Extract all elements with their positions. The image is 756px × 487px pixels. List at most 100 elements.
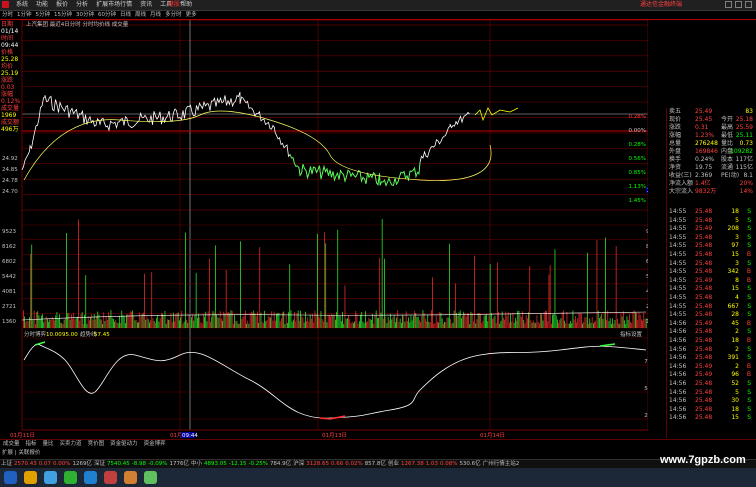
volume-bar [464, 313, 466, 328]
tick-volume: 208 [727, 225, 739, 233]
period-tab[interactable]: 日线 [118, 12, 133, 18]
volume-bar [429, 322, 431, 328]
quote-value-3: 109282 [730, 148, 753, 155]
volume-bar [245, 310, 246, 328]
volume-bar [177, 312, 179, 328]
volume-bar [291, 321, 293, 328]
quote-row: 现价 25.45 今开 25.18 [669, 116, 755, 123]
volume-bar [558, 322, 559, 328]
indicator-tab[interactable]: 资金博弈 [141, 441, 169, 447]
menu-item[interactable]: 系统 [12, 1, 32, 9]
app-icon[interactable] [2, 1, 9, 8]
intraday-chart[interactable]: 上汽集团 最近4日分时 分时均价线 成交量24.9224.8524.7824.7… [0, 20, 648, 440]
period-tab[interactable]: 多分时 [163, 12, 184, 18]
volume-bar [421, 315, 423, 328]
tick-volume: 52 [731, 380, 739, 387]
qq-icon[interactable] [24, 471, 37, 484]
volume-bar [74, 319, 76, 328]
volume-bar [386, 323, 388, 328]
ticker-item: 1.03 [425, 461, 438, 467]
ticker-item: 0.66 [330, 461, 344, 467]
volume-bar [235, 320, 237, 328]
volume-bar [593, 323, 594, 328]
volume-bar [569, 323, 570, 328]
volume-bar [357, 323, 359, 328]
app-icon-3[interactable] [104, 471, 117, 484]
volume-bar [151, 272, 153, 328]
volume-bar [462, 315, 463, 328]
tick-direction: B [746, 319, 751, 327]
volume-bar [186, 319, 187, 328]
close-icon[interactable] [745, 1, 752, 8]
volume-bar [254, 313, 256, 328]
start-icon[interactable] [4, 471, 17, 484]
period-tab[interactable]: 15分钟 [52, 12, 74, 18]
menu-item[interactable]: 报价 [52, 1, 72, 9]
tick-row: 14:56 25.48 2 S [669, 346, 755, 354]
indicator-tab[interactable]: 成交量 [0, 441, 23, 447]
minimize-icon[interactable] [725, 1, 732, 8]
period-tab[interactable]: 1分钟 [15, 12, 34, 18]
volume-bar [402, 314, 403, 328]
tick-time: 14:55 [669, 242, 687, 250]
volume-bar [560, 318, 562, 328]
period-tab[interactable]: 周线 [133, 12, 148, 18]
volume-bar [92, 319, 94, 328]
indicator-tab[interactable]: 竞价图 [85, 441, 108, 447]
indicator-tab[interactable]: 量比 [40, 441, 57, 447]
tick-price: 25.48 [695, 294, 713, 301]
indicator-tab[interactable]: 资金驱动力 [107, 441, 141, 447]
volume-bar [499, 323, 501, 328]
app-icon-5[interactable] [144, 471, 157, 484]
volume-bar [26, 320, 28, 328]
left-info-panel: 日期 01/14 时间 09:44 价格 25.28 均价 25.19 涨跌 0.03 涨幅 0.12… [0, 20, 22, 430]
tick-time: 14:56 [669, 345, 687, 353]
menu-item[interactable]: 分析 [72, 1, 92, 9]
tick-row: 14:55 25.48 28 S [669, 311, 755, 319]
chart-labels: 上汽集团 最近4日分时 分时均价线 成交量24.9224.8524.7824.7… [2, 20, 648, 439]
menu-item-active[interactable]: 港股 [168, 1, 180, 9]
volume-bar [415, 313, 417, 328]
wechat-icon[interactable] [64, 471, 77, 484]
volume-bar [121, 310, 123, 328]
volume-bar [385, 316, 387, 328]
volume-bar [182, 323, 184, 328]
period-tab[interactable]: 分时 [0, 12, 15, 18]
volume-bar [375, 310, 377, 328]
volume-bar [410, 315, 412, 328]
quote-value-2: 83 [745, 108, 753, 115]
volume-bar [344, 285, 346, 328]
volume-bar [547, 321, 549, 328]
app-icon-2[interactable] [84, 471, 97, 484]
volume-bar [23, 310, 24, 328]
app-icon-4[interactable] [124, 471, 137, 484]
period-tab[interactable]: 月线 [148, 12, 163, 18]
volume-bar [158, 321, 160, 328]
tick-direction: S [747, 285, 751, 293]
menu-item[interactable]: 扩展市场行情 [92, 1, 136, 9]
period-tab[interactable]: 更多 [184, 12, 199, 18]
menu-item[interactable]: 功能 [32, 1, 52, 9]
maximize-icon[interactable] [735, 1, 742, 8]
indicator-setting-button[interactable]: 指标设置 [620, 330, 643, 338]
volume-bar [413, 316, 414, 328]
quote-label: 大宗流入 [669, 188, 694, 195]
tick-price: 25.49 [695, 276, 713, 284]
volume-bar [140, 316, 142, 328]
volume-bar [241, 318, 243, 328]
period-tab[interactable]: 30分钟 [74, 12, 96, 18]
indicator-tab[interactable]: 买卖力道 [57, 441, 85, 447]
volume-bar [110, 310, 112, 328]
menu-item[interactable]: 资讯 [136, 1, 156, 9]
period-tab[interactable]: 60分钟 [96, 12, 118, 18]
tick-row: 14:56 25.49 45 B [669, 320, 755, 328]
browser-icon[interactable] [44, 471, 57, 484]
volume-bar [349, 319, 351, 328]
indicator-tab[interactable]: 指标 [23, 441, 40, 447]
volume-bar [587, 252, 588, 328]
volume-bar [423, 313, 425, 328]
volume-bar [521, 316, 522, 328]
quote-label: 总量 [669, 140, 682, 147]
period-tab[interactable]: 5分钟 [34, 12, 53, 18]
ticker-item: 沪深 [293, 461, 305, 467]
